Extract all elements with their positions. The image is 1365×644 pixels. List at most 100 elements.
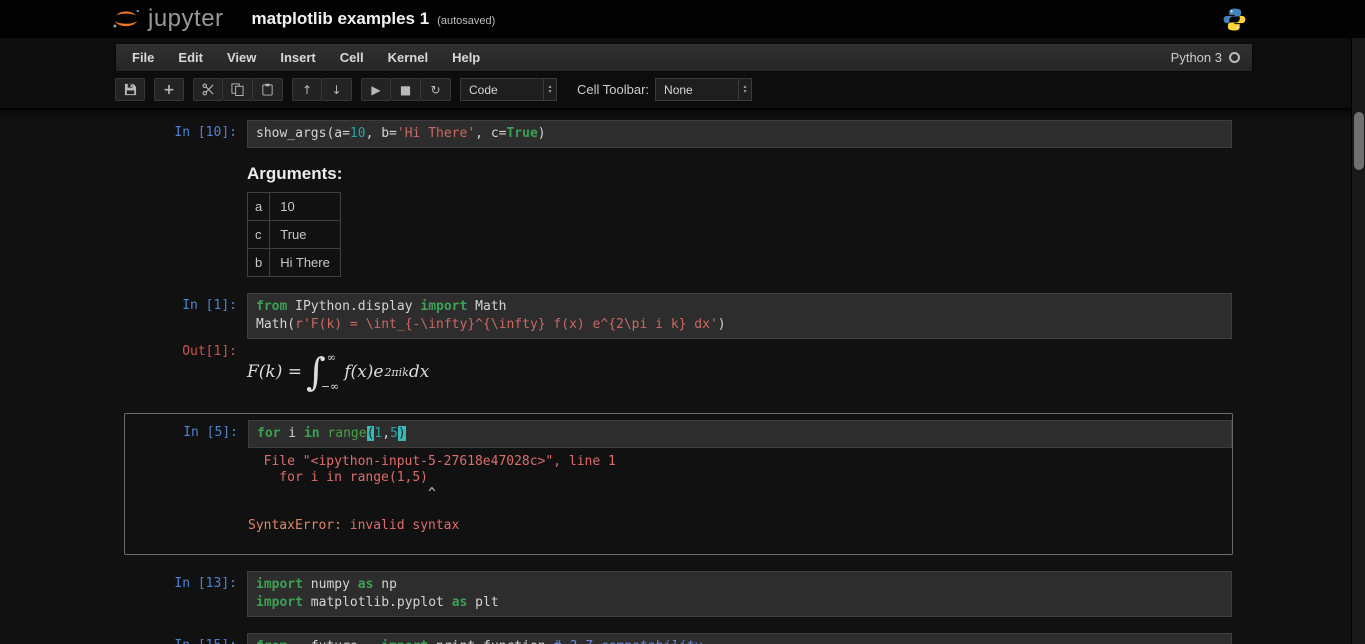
jupyter-logo-icon xyxy=(110,5,142,33)
input-prompt: In [10]: xyxy=(115,120,247,148)
error-line: for i in range(1,5) xyxy=(248,470,1232,486)
move-cell-up-button[interactable]: ↑ xyxy=(292,78,322,101)
menu-item-view[interactable]: View xyxy=(215,44,268,71)
code-line: import numpy as np xyxy=(256,576,1223,594)
cell-toolbar-label: Cell Toolbar: xyxy=(577,82,649,97)
jupyter-logo-text: jupyter xyxy=(148,5,224,33)
error-line xyxy=(248,502,1232,518)
plus-icon: + xyxy=(163,82,175,98)
move-cell-down-button[interactable]: ↓ xyxy=(322,78,352,101)
select-arrows-icon: ▴▾ xyxy=(543,79,556,100)
code-input[interactable]: for i in range(1,5) xyxy=(248,420,1232,448)
arrow-up-icon: ↑ xyxy=(302,83,312,97)
kernel-name: Python 3 xyxy=(1171,50,1222,65)
notebook-cell[interactable]: In [5]: for i in range(1,5) File "<ipytho… xyxy=(124,413,1233,555)
error-line: ^ xyxy=(248,486,1232,502)
code-line: from IPython.display import Math xyxy=(256,298,1223,316)
output-prompt xyxy=(125,448,248,534)
table-value-cell: Hi There xyxy=(270,249,341,277)
menu-bar-items: FileEditViewInsertCellKernelHelp xyxy=(120,44,492,71)
arguments-table: a10cTruebHi There xyxy=(247,192,341,277)
code-input[interactable]: from __future__ import print_function # … xyxy=(247,633,1232,644)
table-value-cell: 10 xyxy=(270,193,341,221)
cell-type-value: Code xyxy=(469,83,498,97)
input-row: In [15]: from __future__ import print_fun… xyxy=(115,633,1253,644)
notebook-cell[interactable]: In [13]:import numpy as npimport matplot… xyxy=(115,571,1253,617)
notebook-cell[interactable]: In [1]:from IPython.display import MathM… xyxy=(115,293,1253,397)
code-line: from __future__ import print_function # … xyxy=(256,638,1223,644)
paste-cell-button[interactable] xyxy=(253,78,283,101)
jupyter-app: jupyter matplotlib examples 1 (autosaved… xyxy=(0,0,1365,644)
kernel-indicator: Python 3 xyxy=(1171,50,1248,65)
error-line: File "<ipython-input-5-27618e47028c>", l… xyxy=(248,454,1232,470)
stop-icon: ■ xyxy=(400,83,411,97)
menu-item-cell[interactable]: Cell xyxy=(328,44,376,71)
input-prompt: In [15]: xyxy=(115,633,247,644)
python-logo-icon xyxy=(1222,7,1247,32)
input-row: In [10]: show_args(a=10, b='Hi There', c=… xyxy=(115,120,1253,148)
notebook-cell[interactable]: In [10]: show_args(a=10, b='Hi There', c=… xyxy=(115,120,1253,277)
menu-item-file[interactable]: File xyxy=(120,44,166,71)
cell-toolbar-value: None xyxy=(664,83,693,97)
scissors-icon xyxy=(202,83,215,96)
code-input[interactable]: show_args(a=10, b='Hi There', c=True) xyxy=(247,120,1232,148)
table-row: a10 xyxy=(248,193,341,221)
scrollbar-thumb[interactable] xyxy=(1354,112,1364,170)
interrupt-kernel-button[interactable]: ■ xyxy=(391,78,421,101)
play-icon: ▶ xyxy=(371,83,380,97)
code-line: Math(r'F(k) = \int_{-\infty}^{\infty} f(… xyxy=(256,316,1223,334)
table-key-cell: c xyxy=(248,221,270,249)
table-row: bHi There xyxy=(248,249,341,277)
error-output: File "<ipython-input-5-27618e47028c>", l… xyxy=(248,454,1232,534)
output-row: Arguments: a10cTruebHi There xyxy=(115,148,1253,277)
code-input[interactable]: from IPython.display import MathMath(r'F… xyxy=(247,293,1232,339)
menu-bar: FileEditViewInsertCellKernelHelp Python … xyxy=(115,43,1253,72)
menu-item-edit[interactable]: Edit xyxy=(166,44,215,71)
cut-cell-button[interactable] xyxy=(193,78,223,101)
input-row: In [13]:import numpy as npimport matplot… xyxy=(115,571,1253,617)
jupyter-logo[interactable]: jupyter xyxy=(110,5,224,33)
output-prompt: Out[1]: xyxy=(115,339,247,397)
table-key-cell: b xyxy=(248,249,270,277)
error-line: SyntaxError: invalid syntax xyxy=(248,518,1232,534)
math-output: F(k) = ∫∞−∞f(x)e2πikdx xyxy=(247,339,1232,397)
code-line: show_args(a=10, b='Hi There', c=True) xyxy=(256,125,1223,143)
input-prompt: In [13]: xyxy=(115,571,247,617)
toolbar: + xyxy=(115,78,1253,101)
cell-type-select[interactable]: Code ▴▾ xyxy=(460,78,557,101)
copy-icon xyxy=(231,83,244,96)
restart-kernel-button[interactable]: ↻ xyxy=(421,78,451,101)
output-area: F(k) = ∫∞−∞f(x)e2πikdx xyxy=(247,339,1232,397)
arrow-down-icon: ↓ xyxy=(331,83,341,97)
output-heading: Arguments: xyxy=(247,164,1232,184)
restart-icon: ↻ xyxy=(430,83,440,97)
paste-icon xyxy=(261,83,274,96)
menu-item-kernel[interactable]: Kernel xyxy=(376,44,440,71)
app-header: jupyter matplotlib examples 1 (autosaved… xyxy=(0,0,1365,38)
menu-item-help[interactable]: Help xyxy=(440,44,492,71)
run-cell-button[interactable]: ▶ xyxy=(361,78,391,101)
input-prompt: In [1]: xyxy=(115,293,247,339)
menu-item-insert[interactable]: Insert xyxy=(268,44,327,71)
output-row: File "<ipython-input-5-27618e47028c>", l… xyxy=(125,448,1232,534)
code-line: for i in range(1,5) xyxy=(257,425,1223,443)
scrollbar[interactable] xyxy=(1351,38,1365,644)
cell-toolbar-select[interactable]: None ▴▾ xyxy=(655,78,752,101)
select-arrows-icon: ▴▾ xyxy=(738,79,751,100)
output-area: Arguments: a10cTruebHi There xyxy=(247,148,1232,277)
save-button[interactable] xyxy=(115,78,145,101)
save-icon xyxy=(124,83,137,96)
input-prompt: In [5]: xyxy=(125,420,248,448)
add-cell-button[interactable]: + xyxy=(154,78,184,101)
copy-cell-button[interactable] xyxy=(223,78,253,101)
output-row: Out[1]:F(k) = ∫∞−∞f(x)e2πikdx xyxy=(115,339,1253,397)
notebook-title[interactable]: matplotlib examples 1 xyxy=(252,9,430,29)
autosave-status: (autosaved) xyxy=(437,12,495,27)
notebook-cell[interactable]: In [15]: from __future__ import print_fun… xyxy=(115,633,1253,644)
notebook: In [10]: show_args(a=10, b='Hi There', c=… xyxy=(115,110,1253,644)
table-row: cTrue xyxy=(248,221,341,249)
output-area: File "<ipython-input-5-27618e47028c>", l… xyxy=(248,448,1232,534)
code-input[interactable]: import numpy as npimport matplotlib.pypl… xyxy=(247,571,1232,617)
kernel-idle-icon xyxy=(1229,52,1240,63)
code-line: import matplotlib.pyplot as plt xyxy=(256,594,1223,612)
